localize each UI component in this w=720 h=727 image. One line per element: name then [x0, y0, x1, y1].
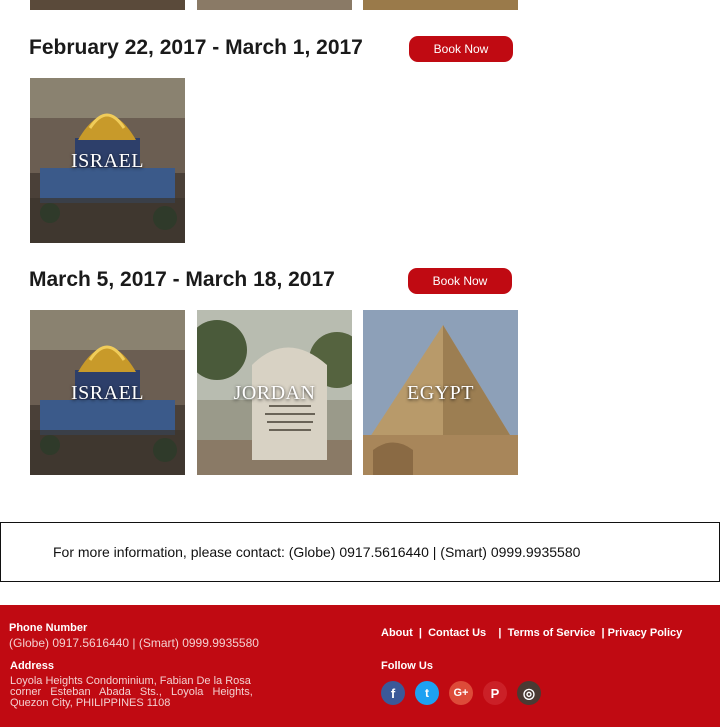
phone-text: (Globe) 0917.5616440 | (Smart) 0999.9935…: [9, 636, 259, 650]
contact-info-box: For more information, please contact: (G…: [0, 522, 720, 582]
cropped-tile-jordan[interactable]: [197, 0, 352, 10]
terms-of-service-link[interactable]: Terms of Service: [508, 627, 596, 639]
destination-tile-israel[interactable]: ISRAEL: [30, 78, 185, 243]
destination-tile-israel[interactable]: ISRAEL: [30, 310, 185, 475]
destination-label: JORDAN: [233, 382, 316, 404]
trip-dates: March 5, 2017 - March 18, 2017: [29, 268, 335, 291]
phone-heading: Phone Number: [9, 622, 88, 634]
privacy-policy-link[interactable]: Privacy Policy: [608, 627, 683, 639]
destination-tile-egypt[interactable]: EGYPT: [363, 310, 518, 475]
instagram-icon[interactable]: ◎: [517, 681, 541, 705]
book-now-button[interactable]: Book Now: [408, 268, 512, 294]
follow-heading: Follow Us: [381, 660, 433, 672]
trip-dates: February 22, 2017 - March 1, 2017: [29, 36, 363, 59]
destination-tile-jordan[interactable]: JORDAN: [197, 310, 352, 475]
contact-info-text: For more information, please contact: (G…: [53, 544, 581, 560]
google-plus-icon[interactable]: G+: [449, 681, 473, 705]
book-now-button[interactable]: Book Now: [409, 36, 513, 62]
twitter-icon[interactable]: t: [415, 681, 439, 705]
cropped-tile-egypt[interactable]: [363, 0, 518, 10]
address-line-3: Quezon City, PHILIPPINES 1108: [10, 697, 171, 709]
cropped-tile-israel[interactable]: [30, 0, 185, 10]
facebook-icon[interactable]: f: [381, 681, 405, 705]
about-link[interactable]: About: [381, 627, 413, 639]
footer-links: About | Contact Us | Terms of Service | …: [381, 627, 683, 639]
destination-label: EGYPT: [407, 382, 474, 404]
contact-us-link[interactable]: Contact Us: [428, 627, 486, 639]
address-heading: Address: [10, 660, 55, 672]
pinterest-icon[interactable]: P: [483, 681, 507, 705]
social-icons: f t G+ P ◎: [381, 681, 541, 705]
destination-label: ISRAEL: [71, 150, 144, 172]
destination-label: ISRAEL: [71, 382, 144, 404]
footer: Phone Number (Globe) 0917.5616440 | (Sma…: [0, 605, 720, 727]
